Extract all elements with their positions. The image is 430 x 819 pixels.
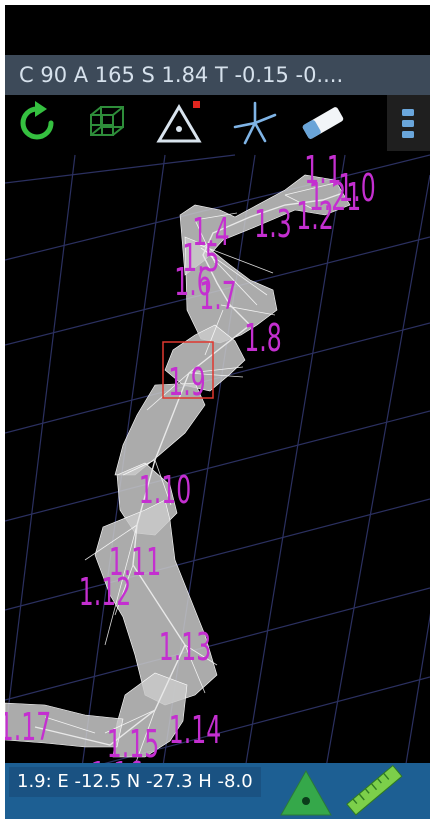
station-label[interactable]: 1.12 [79,571,131,614]
station-label[interactable]: 1.7 [199,275,236,318]
triangle-tool-icon[interactable] [277,767,335,819]
bottom-bar: 1.9: E -12.5 N -27.3 H -8.0 [5,763,430,819]
info-bar: C 90 A 165 S 1.84 T -0.15 -0.... [5,55,430,95]
station-label[interactable]: 1.9 [168,361,205,404]
station-label[interactable]: 1.3 [254,203,291,246]
triangle-measure-icon[interactable] [155,99,203,147]
ruler-icon[interactable] [343,763,407,819]
station-label[interactable]: 1.8 [244,317,281,360]
eraser-icon[interactable] [299,99,347,147]
station-info: 1.9: E -12.5 N -27.3 H -8.0 [9,767,261,797]
station-label[interactable]: 1.14 [169,709,221,752]
station-label[interactable]: 1.13 [159,626,211,669]
3d-box-icon[interactable] [83,99,131,147]
reset-view-icon[interactable] [13,99,61,147]
overflow-menu-icon[interactable] [387,95,430,151]
station-label[interactable]: 1.21 [309,176,361,219]
station-label[interactable]: 1.10 [139,469,191,512]
station-label[interactable]: 1.17 [5,706,51,749]
status-bar [5,5,430,55]
splay-icon[interactable] [231,99,279,147]
toolbar [5,95,430,151]
app-screen: 1.1 1.0 1.2 1.21 1.3 1.4 1.5 1.6 1.7 1.8 1.9 1.10 1.… [5,5,430,819]
